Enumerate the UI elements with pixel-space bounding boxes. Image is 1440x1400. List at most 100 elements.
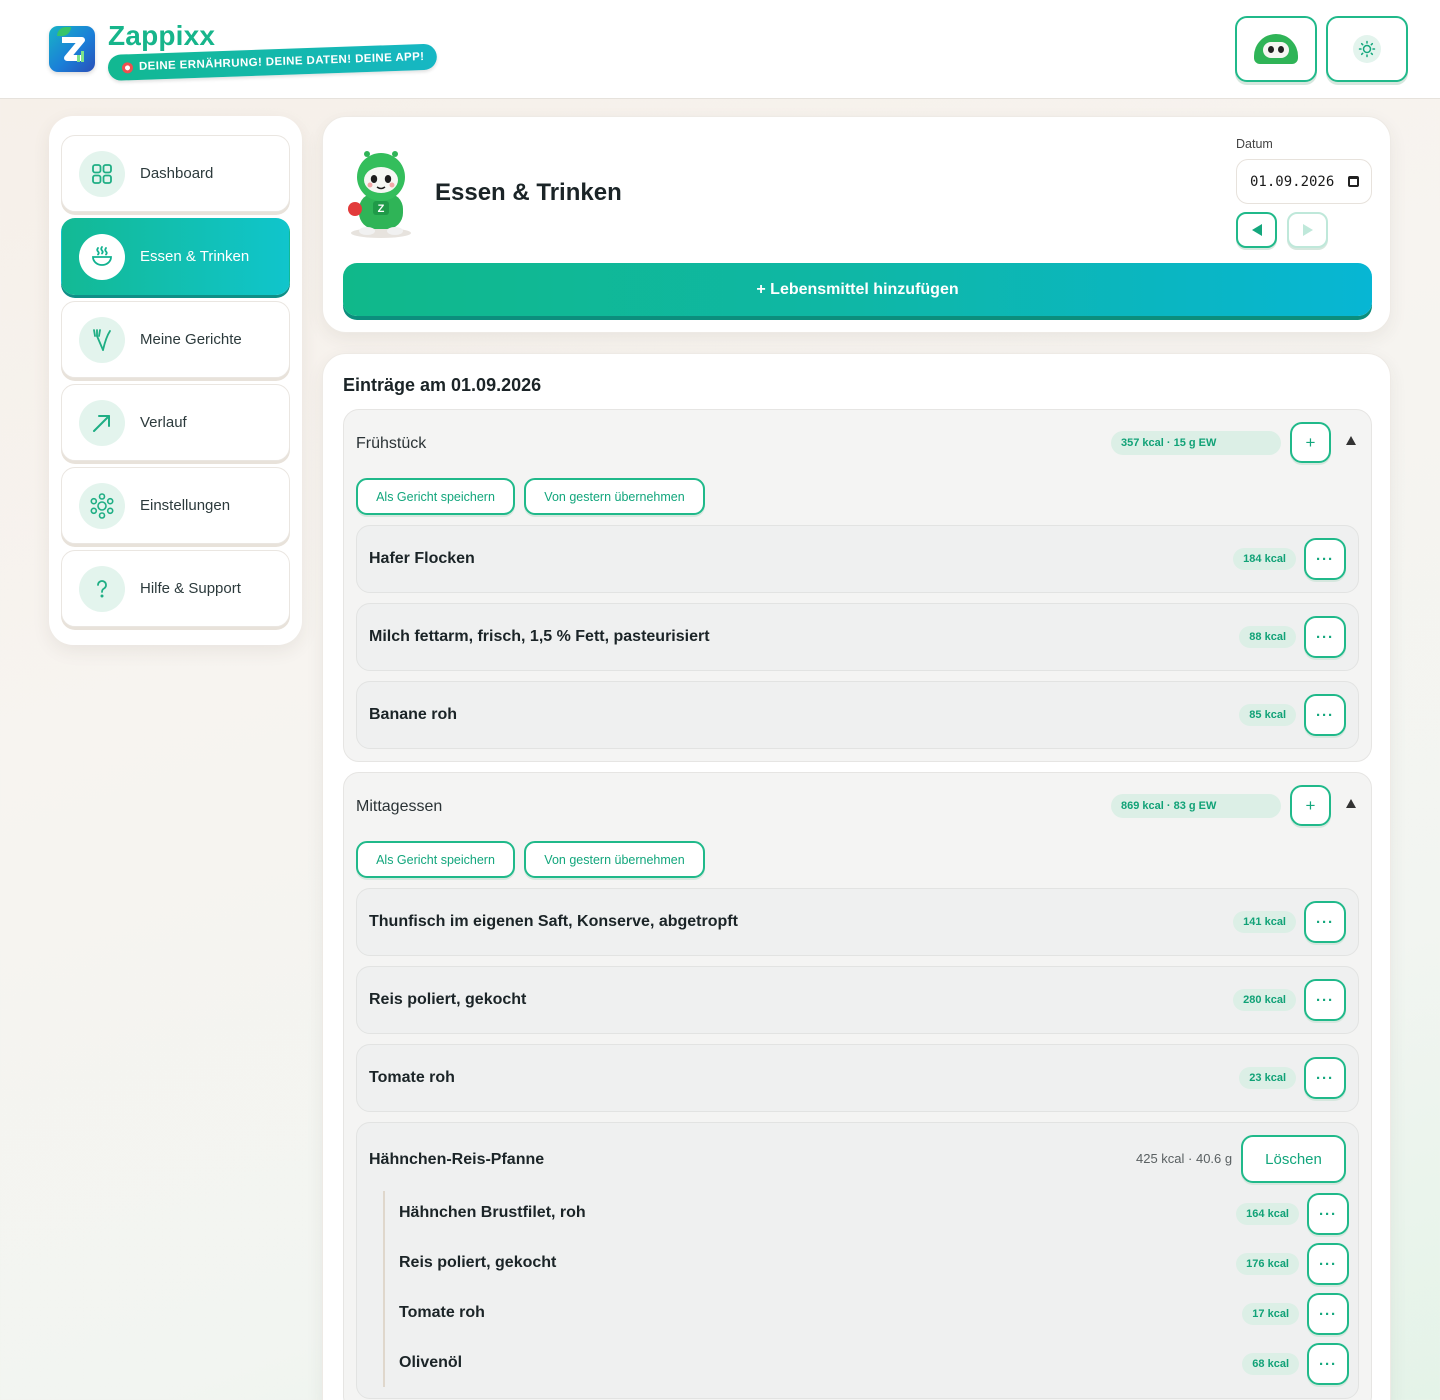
more-options-button[interactable]: ··· xyxy=(1307,1293,1349,1335)
arrow-left-icon xyxy=(1251,224,1262,236)
kcal-badge: 85 kcal xyxy=(1239,704,1296,726)
target-icon xyxy=(121,61,134,74)
sidebar-item-hilfe-support[interactable]: Hilfe & Support xyxy=(61,550,290,627)
fork-icon xyxy=(79,316,125,363)
more-options-button[interactable]: ··· xyxy=(1307,1243,1349,1285)
food-name: Thunfisch im eigenen Saft, Konserve, abg… xyxy=(369,913,738,930)
sun-icon xyxy=(1353,35,1381,63)
sidebar-item-einstellungen[interactable]: Einstellungen xyxy=(61,467,290,544)
entries-panel: Einträge am 01.09.2026 Frühstück 357 kca… xyxy=(322,353,1391,1400)
food-row: Hafer Flocken 184 kcal ··· xyxy=(356,525,1359,593)
dish-name: Hähnchen-Reis-Pfanne xyxy=(369,1151,545,1168)
more-options-button[interactable]: ··· xyxy=(1307,1193,1349,1235)
food-name: Tomate roh xyxy=(399,1304,485,1321)
more-options-button[interactable]: ··· xyxy=(1304,538,1346,580)
calendar-icon[interactable] xyxy=(1348,176,1359,187)
kcal-badge: 176 kcal xyxy=(1236,1253,1299,1275)
add-to-meal-button[interactable]: + xyxy=(1290,785,1331,826)
sidebar-item-meine-gerichte[interactable]: Meine Gerichte xyxy=(61,301,290,378)
food-row: Milch fettarm, frisch, 1,5 % Fett, paste… xyxy=(356,603,1359,671)
app-logo[interactable] xyxy=(49,26,95,72)
food-name: Hähnchen Brustfilet, roh xyxy=(399,1204,586,1221)
food-name: Olivenöl xyxy=(399,1354,463,1371)
tagline-text: DEINE ERNÄHRUNG! DEINE DATEN! DEINE APP! xyxy=(138,50,425,73)
bowl-icon xyxy=(79,233,125,280)
sidebar-item-label: Meine Gerichte xyxy=(140,331,242,348)
next-day-button[interactable] xyxy=(1287,212,1328,248)
previous-day-button[interactable] xyxy=(1236,212,1277,248)
date-value: 01.09.2026 xyxy=(1250,173,1335,190)
date-label: Datum xyxy=(1236,137,1273,151)
sidebar-item-dashboard[interactable]: Dashboard xyxy=(61,135,290,212)
mascot-avatar-icon xyxy=(1254,34,1298,64)
dish-summary: 425 kcal · 40.6 g xyxy=(1136,1151,1233,1166)
arrow-up-right-icon xyxy=(79,399,125,446)
sidebar-item-label: Verlauf xyxy=(140,414,187,431)
dish-item-row: Reis poliert, gekocht 176 kcal ··· xyxy=(399,1243,1349,1285)
copy-from-yesterday-button[interactable]: Von gestern übernehmen xyxy=(524,478,705,515)
food-row: Thunfisch im eigenen Saft, Konserve, abg… xyxy=(356,888,1359,956)
food-row: Banane roh 85 kcal ··· xyxy=(356,681,1359,749)
svg-text:Z: Z xyxy=(378,203,385,215)
sidebar: Dashboard Essen & Trinken Meine Gerichte… xyxy=(49,116,302,645)
sidebar-item-essen-trinken[interactable]: Essen & Trinken xyxy=(61,218,290,295)
profile-button[interactable] xyxy=(1235,16,1317,82)
food-row: Reis poliert, gekocht 280 kcal ··· xyxy=(356,966,1359,1034)
kcal-badge: 88 kcal xyxy=(1239,626,1296,648)
sidebar-item-verlauf[interactable]: Verlauf xyxy=(61,384,290,461)
dish-item-row: Hähnchen Brustfilet, roh 164 kcal ··· xyxy=(399,1193,1349,1235)
kcal-badge: 23 kcal xyxy=(1239,1067,1296,1089)
date-input[interactable]: 01.09.2026 xyxy=(1236,159,1372,204)
more-options-button[interactable]: ··· xyxy=(1304,979,1346,1021)
page-title: Essen & Trinken xyxy=(435,179,622,206)
food-header-panel: Z Essen & Trinken Datum 01.09.2026 + Leb… xyxy=(322,116,1391,333)
add-food-button[interactable]: + Lebensmittel hinzufügen xyxy=(343,263,1372,316)
kcal-badge: 280 kcal xyxy=(1233,989,1296,1011)
more-options-button[interactable]: ··· xyxy=(1304,901,1346,943)
collapse-icon[interactable] xyxy=(1346,799,1356,808)
food-name: Reis poliert, gekocht xyxy=(369,991,527,1008)
meal-breakfast: Frühstück 357 kcal · 15 g EW + Als Geric… xyxy=(343,409,1372,762)
collapse-icon[interactable] xyxy=(1346,436,1356,445)
grid-icon xyxy=(79,150,125,197)
top-bar: Zappixx DEINE ERNÄHRUNG! DEINE DATEN! DE… xyxy=(0,0,1440,99)
dish-item-row: Tomate roh 17 kcal ··· xyxy=(399,1293,1349,1335)
dish-group: Hähnchen-Reis-Pfanne 425 kcal · 40.6 g L… xyxy=(356,1122,1359,1399)
sidebar-item-label: Dashboard xyxy=(140,165,214,182)
food-name: Hafer Flocken xyxy=(369,550,475,567)
meal-lunch: Mittagessen 869 kcal · 83 g EW + Als Ger… xyxy=(343,772,1372,1400)
delete-dish-button[interactable]: Löschen xyxy=(1241,1135,1346,1183)
food-name: Milch fettarm, frisch, 1,5 % Fett, paste… xyxy=(369,628,710,645)
mascot-image: Z xyxy=(343,149,419,239)
dish-item-row: Olivenöl 68 kcal ··· xyxy=(399,1343,1349,1385)
sidebar-item-label: Hilfe & Support xyxy=(140,580,241,597)
copy-from-yesterday-button[interactable]: Von gestern übernehmen xyxy=(524,841,705,878)
arrow-right-icon xyxy=(1302,224,1313,236)
meal-name: Mittagessen xyxy=(356,798,443,815)
more-options-button[interactable]: ··· xyxy=(1304,616,1346,658)
help-icon xyxy=(79,565,125,612)
food-row: Tomate roh 23 kcal ··· xyxy=(356,1044,1359,1112)
dish-divider xyxy=(383,1191,385,1387)
food-name: Reis poliert, gekocht xyxy=(399,1254,557,1271)
food-name: Banane roh xyxy=(369,706,458,723)
add-to-meal-button[interactable]: + xyxy=(1290,422,1331,463)
kcal-badge: 17 kcal xyxy=(1242,1303,1299,1325)
kcal-badge: 141 kcal xyxy=(1233,911,1296,933)
more-options-button[interactable]: ··· xyxy=(1304,1057,1346,1099)
save-as-dish-button[interactable]: Als Gericht speichern xyxy=(356,841,515,878)
more-options-button[interactable]: ··· xyxy=(1304,694,1346,736)
food-name: Tomate roh xyxy=(369,1069,455,1086)
kcal-badge: 184 kcal xyxy=(1233,548,1296,570)
settings-icon xyxy=(79,482,125,529)
meal-summary-badge: 869 kcal · 83 g EW xyxy=(1111,794,1281,818)
theme-toggle-button[interactable] xyxy=(1326,16,1408,82)
entries-title: Einträge am 01.09.2026 xyxy=(343,375,542,395)
sidebar-item-label: Essen & Trinken xyxy=(140,248,250,265)
save-as-dish-button[interactable]: Als Gericht speichern xyxy=(356,478,515,515)
meal-name: Frühstück xyxy=(356,435,427,452)
kcal-badge: 68 kcal xyxy=(1242,1353,1299,1375)
sidebar-item-label: Einstellungen xyxy=(140,497,231,514)
kcal-badge: 164 kcal xyxy=(1236,1203,1299,1225)
more-options-button[interactable]: ··· xyxy=(1307,1343,1349,1385)
